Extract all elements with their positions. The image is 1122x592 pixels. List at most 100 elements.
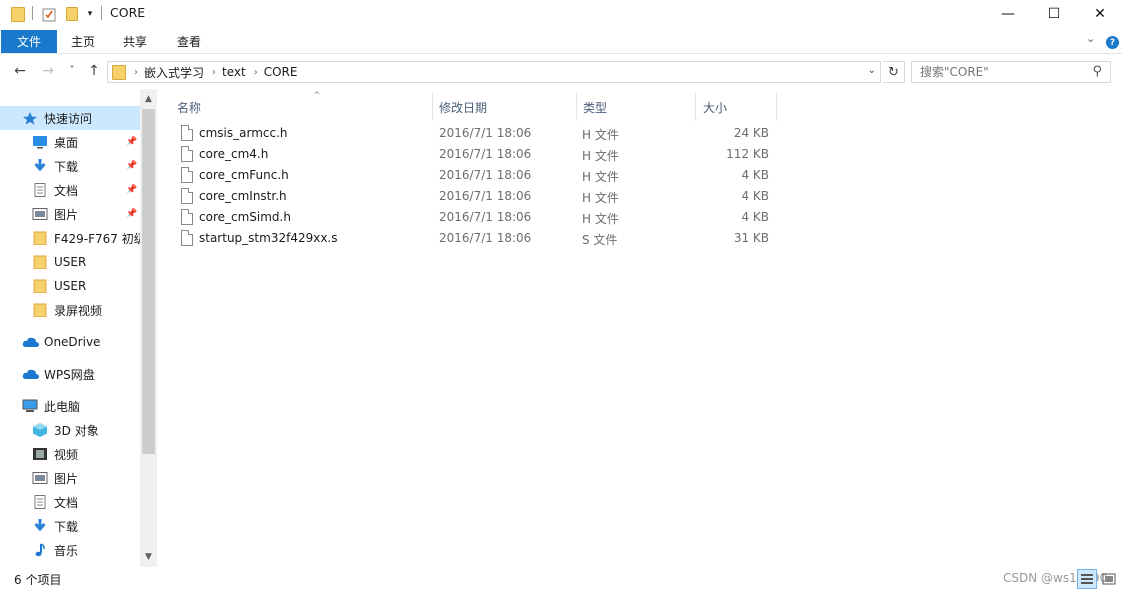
sidebar-item[interactable]: 文档 📌 bbox=[0, 178, 140, 202]
file-row[interactable]: core_cmFunc.h 2016/7/1 18:06 H 文件 4 KB bbox=[157, 165, 777, 186]
column-header-date[interactable]: 修改日期 bbox=[433, 93, 575, 121]
folder-icon bbox=[10, 5, 26, 23]
sidebar-item[interactable]: OneDrive bbox=[0, 330, 140, 354]
folder-icon bbox=[32, 303, 48, 318]
sidebar-item[interactable]: 录屏视频 bbox=[0, 298, 140, 322]
file-row[interactable]: core_cmInstr.h 2016/7/1 18:06 H 文件 4 KB bbox=[157, 186, 777, 207]
tab-share[interactable]: 共享 bbox=[111, 30, 159, 53]
file-type: S 文件 bbox=[582, 233, 618, 247]
sidebar-item[interactable]: F429-F767 初级 bbox=[0, 226, 140, 250]
title-bar: ▾ CORE — ☐ ✕ bbox=[0, 0, 1122, 28]
sidebar-item[interactable]: 图片 bbox=[0, 466, 140, 490]
address-dropdown-icon[interactable]: ⌄ bbox=[868, 65, 876, 76]
file-name: core_cm4.h bbox=[199, 147, 269, 161]
new-folder-icon[interactable] bbox=[64, 5, 80, 23]
navigation-bar: ← → ˅ ↑ › 嵌入式学习 › text › CORE ⌄ ↻ ⚲ bbox=[0, 55, 1122, 89]
chevron-down-icon[interactable]: ⌄ bbox=[1086, 32, 1095, 45]
file-icon bbox=[181, 188, 193, 204]
customize-toolbar-icon[interactable]: ▾ bbox=[84, 5, 96, 23]
file-name: core_cmSimd.h bbox=[199, 210, 291, 224]
folder-icon bbox=[32, 255, 48, 270]
file-size: 31 KB bbox=[733, 231, 769, 245]
sidebar-item[interactable]: 文档 bbox=[0, 490, 140, 514]
sidebar-item-label: WPS网盘 bbox=[44, 367, 95, 382]
status-bar: 6 个项目 CSDN @ws15990 bbox=[0, 567, 1122, 592]
cloud-icon bbox=[22, 335, 39, 349]
column-label: 类型 bbox=[583, 100, 608, 115]
tab-file[interactable]: 文件 bbox=[1, 30, 57, 53]
sidebar-item-label: 此电脑 bbox=[44, 399, 81, 414]
pin-icon: 📌 bbox=[126, 161, 138, 171]
sidebar-item[interactable]: 下载 📌 bbox=[0, 154, 140, 178]
sort-ascending-icon: ^ bbox=[313, 91, 321, 101]
back-button[interactable]: ← bbox=[10, 63, 30, 79]
column-header-size[interactable]: 大小 bbox=[697, 93, 775, 121]
search-input[interactable] bbox=[920, 65, 1080, 79]
sidebar-item[interactable]: 下载 bbox=[0, 514, 140, 538]
large-icons-view-button[interactable] bbox=[1099, 569, 1119, 589]
pin-icon: 📌 bbox=[126, 185, 138, 195]
sidebar-item-label: 文档 bbox=[54, 495, 79, 510]
sidebar-item[interactable]: USER bbox=[0, 250, 140, 274]
chevron-right-icon[interactable]: › bbox=[254, 67, 258, 78]
chevron-right-icon[interactable]: › bbox=[212, 67, 216, 78]
pin-icon: 📌 bbox=[126, 209, 138, 219]
sidebar-item-label: 音乐 bbox=[54, 543, 79, 558]
file-row[interactable]: startup_stm32f429xx.s 2016/7/1 18:06 S 文件 3… bbox=[157, 228, 777, 249]
tab-view[interactable]: 查看 bbox=[165, 30, 213, 53]
column-label: 大小 bbox=[703, 100, 728, 115]
tab-home[interactable]: 主页 bbox=[59, 30, 107, 53]
scroll-up-arrow[interactable]: ▲ bbox=[140, 91, 157, 107]
sidebar-item[interactable]: 此电脑 bbox=[0, 394, 140, 418]
close-button[interactable]: ✕ bbox=[1077, 0, 1122, 28]
video-icon bbox=[32, 447, 48, 461]
file-row[interactable]: core_cmSimd.h 2016/7/1 18:06 H 文件 4 KB bbox=[157, 207, 777, 228]
breadcrumb-item[interactable]: 嵌入式学习 bbox=[144, 64, 204, 81]
column-header-name[interactable]: 名称 ^ bbox=[171, 91, 431, 121]
breadcrumb-item[interactable]: CORE bbox=[264, 65, 298, 79]
properties-icon[interactable] bbox=[41, 5, 57, 23]
sidebar-item[interactable]: 音乐 bbox=[0, 538, 140, 562]
search-box[interactable]: ⚲ bbox=[911, 61, 1111, 83]
sidebar-item-label: OneDrive bbox=[44, 335, 101, 349]
file-row[interactable]: cmsis_armcc.h 2016/7/1 18:06 H 文件 24 KB bbox=[157, 123, 777, 144]
pin-icon: 📌 bbox=[126, 137, 138, 147]
refresh-button[interactable]: ↻ bbox=[883, 61, 905, 83]
sidebar-item[interactable]: WPS网盘 bbox=[0, 362, 140, 386]
file-icon bbox=[181, 230, 193, 246]
recent-locations-button[interactable]: ˅ bbox=[62, 65, 82, 76]
scroll-down-arrow[interactable]: ▼ bbox=[140, 549, 157, 565]
sidebar-item[interactable]: 视频 bbox=[0, 442, 140, 466]
file-date: 2016/7/1 18:06 bbox=[439, 210, 532, 224]
address-bar[interactable]: › 嵌入式学习 › text › CORE ⌄ bbox=[107, 61, 881, 83]
file-row[interactable]: core_cm4.h 2016/7/1 18:06 H 文件 112 KB bbox=[157, 144, 777, 165]
sidebar-item[interactable]: USER bbox=[0, 274, 140, 298]
details-view-button[interactable] bbox=[1077, 569, 1097, 589]
breadcrumb-item[interactable]: text bbox=[222, 65, 246, 79]
up-button[interactable]: ↑ bbox=[84, 63, 104, 79]
sidebar-item[interactable]: 桌面 📌 bbox=[0, 130, 140, 154]
chevron-right-icon[interactable]: › bbox=[134, 67, 138, 78]
scrollbar-thumb[interactable] bbox=[142, 109, 155, 454]
document-icon bbox=[32, 495, 48, 509]
ribbon: 文件 主页 共享 查看 ⌄ ? bbox=[0, 28, 1122, 54]
help-icon[interactable]: ? bbox=[1106, 36, 1119, 49]
separator bbox=[101, 6, 102, 20]
forward-button[interactable]: → bbox=[38, 63, 58, 79]
column-divider[interactable] bbox=[776, 93, 777, 121]
sidebar-item[interactable]: 快速访问 bbox=[0, 106, 140, 130]
minimize-button[interactable]: — bbox=[985, 0, 1031, 28]
column-divider[interactable] bbox=[695, 93, 696, 121]
item-count: 6 个项目 bbox=[14, 573, 62, 587]
sidebar-item[interactable]: 3D 对象 bbox=[0, 418, 140, 442]
maximize-button[interactable]: ☐ bbox=[1031, 0, 1077, 28]
search-icon[interactable]: ⚲ bbox=[1092, 64, 1102, 79]
file-name: cmsis_armcc.h bbox=[199, 126, 288, 140]
file-type: H 文件 bbox=[582, 128, 619, 142]
cloud-icon bbox=[22, 367, 39, 381]
separator bbox=[32, 6, 33, 20]
cube-icon bbox=[32, 423, 48, 437]
file-date: 2016/7/1 18:06 bbox=[439, 126, 532, 140]
column-header-type[interactable]: 类型 bbox=[577, 93, 695, 121]
sidebar-item[interactable]: 图片 📌 bbox=[0, 202, 140, 226]
